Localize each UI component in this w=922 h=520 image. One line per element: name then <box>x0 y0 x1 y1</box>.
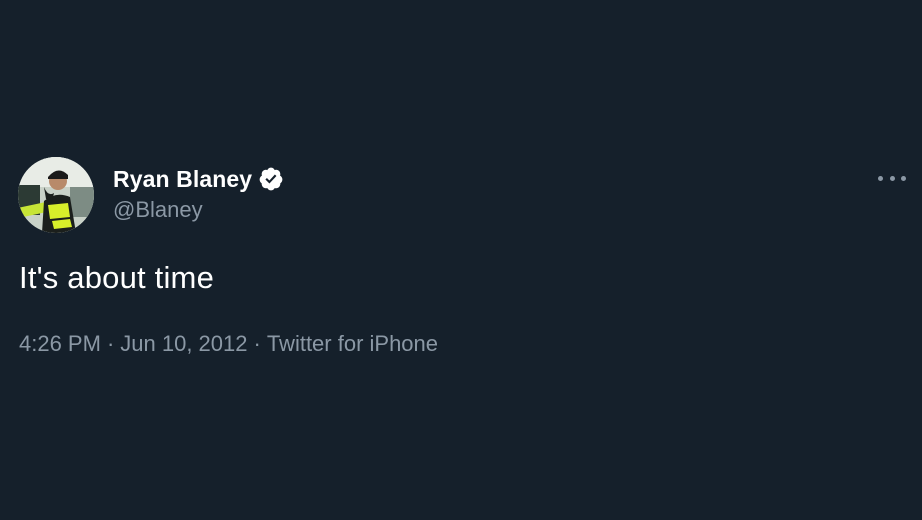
author-display-name[interactable]: Ryan Blaney <box>113 166 252 193</box>
tweet-text: It's about time <box>19 260 215 295</box>
tweet-source[interactable]: Twitter for iPhone <box>267 331 438 356</box>
tweet-meta: 4:26 PM · Jun 10, 2012 · Twitter for iPhone <box>19 331 438 357</box>
author-handle[interactable]: @Blaney <box>113 197 203 223</box>
avatar[interactable] <box>18 157 94 233</box>
tweet-time[interactable]: 4:26 PM <box>19 331 101 356</box>
more-dot <box>889 175 895 181</box>
meta-separator: · <box>106 331 115 356</box>
more-dot <box>878 175 883 181</box>
meta-separator: · <box>253 331 261 356</box>
author-name-row: Ryan Blaney <box>113 164 284 194</box>
verified-badge-icon <box>258 166 284 192</box>
tweet-date[interactable]: Jun 10, 2012 <box>120 331 247 356</box>
tweet-card: Ryan Blaney @Blaney It's about time 4:26… <box>0 0 922 520</box>
more-options-icon[interactable] <box>878 168 906 188</box>
more-dot <box>901 175 906 181</box>
avatar-photo <box>18 157 94 233</box>
